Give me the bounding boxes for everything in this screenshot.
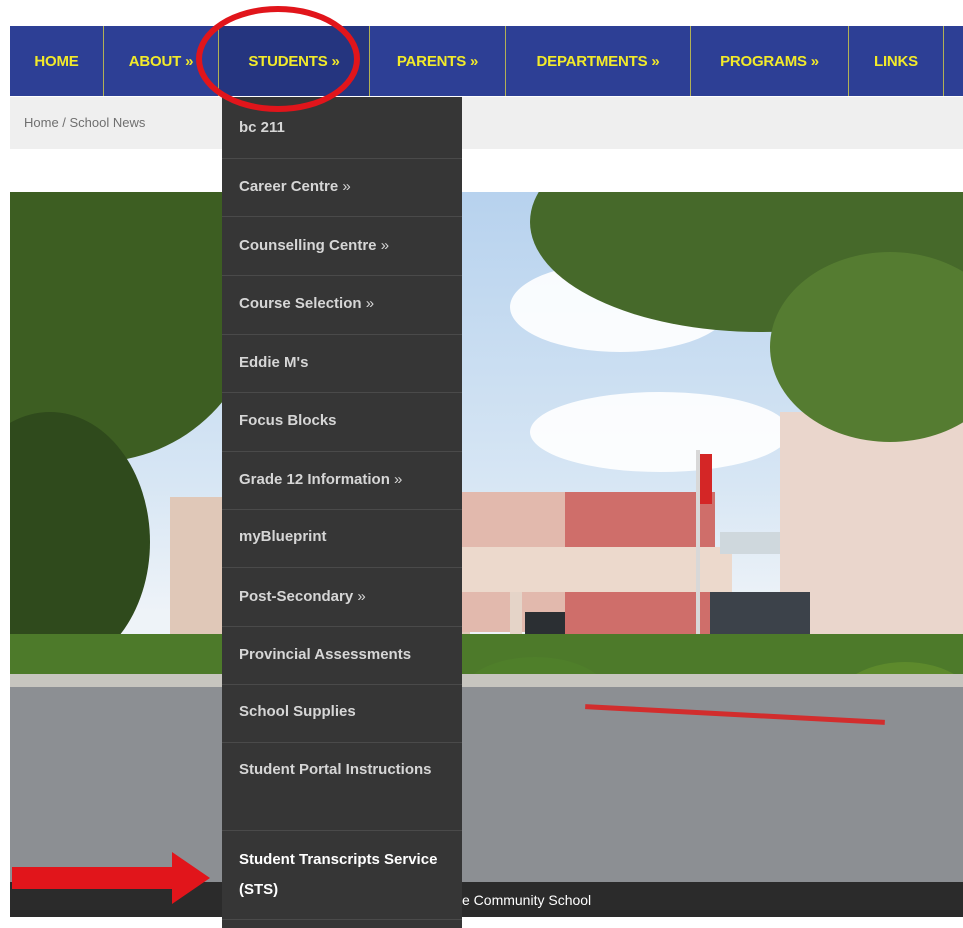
nav-links[interactable]: LINKS <box>849 26 943 96</box>
menu-item-grade-12-information[interactable]: Grade 12 Information » <box>222 452 462 510</box>
menu-item-counselling-centre[interactable]: Counselling Centre » <box>222 217 462 276</box>
hero-caption: e Community School <box>462 892 592 908</box>
menu-item-school-supplies[interactable]: School Supplies <box>222 685 462 743</box>
cloud <box>530 392 790 472</box>
highlight-circle-annotation <box>196 6 360 112</box>
menu-item-course-selection[interactable]: Course Selection » <box>222 276 462 335</box>
menu-item-post-secondary[interactable]: Post-Secondary » <box>222 568 462 627</box>
menu-item-provincial-assessments[interactable]: Provincial Assessments <box>222 627 462 685</box>
menu-item-focus-blocks[interactable]: Focus Blocks <box>222 393 462 452</box>
menu-item-myblueprint[interactable]: myBlueprint <box>222 510 462 568</box>
canadian-flag <box>700 454 712 504</box>
building-window <box>720 532 780 554</box>
nav-separator <box>943 26 944 96</box>
nav-programs[interactable]: PROGRAMS » <box>691 26 848 96</box>
nav-home[interactable]: HOME <box>10 26 103 96</box>
breadcrumb-text[interactable]: Home / School News <box>24 115 145 130</box>
breadcrumb: Home / School News <box>10 97 963 149</box>
nav-parents[interactable]: PARENTS » <box>370 26 505 96</box>
main-navigation: HOME ABOUT » STUDENTS » PARENTS » DEPART… <box>10 26 963 96</box>
hero-image: e Community School <box>10 192 963 917</box>
menu-item-student-portal-instructions[interactable]: Student Portal Instructions <box>222 743 462 831</box>
menu-item-student-transcripts-service[interactable]: Student Transcripts Service (STS) <box>222 831 462 920</box>
nav-departments[interactable]: DEPARTMENTS » <box>506 26 690 96</box>
menu-item-eddie-ms[interactable]: Eddie M's <box>222 335 462 393</box>
menu-item-career-centre[interactable]: Career Centre » <box>222 159 462 217</box>
building-canopy <box>462 547 732 592</box>
students-dropdown-menu: bc 211 Career Centre » Counselling Centr… <box>222 97 462 928</box>
red-arrow-annotation <box>12 852 210 904</box>
